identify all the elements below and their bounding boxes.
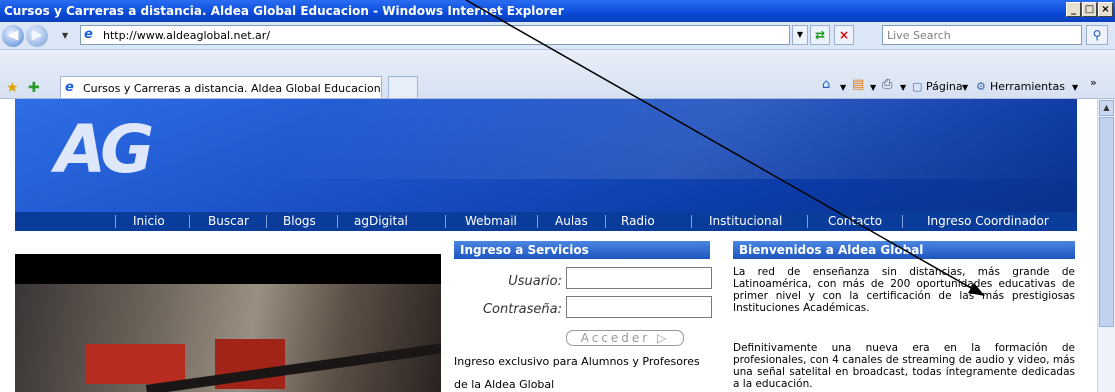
minimize-button[interactable]: _ — [1066, 2, 1081, 17]
page-content: AG Inicio Buscar Blogs agDigital Webmail… — [0, 99, 1097, 392]
history-dropdown-icon[interactable]: ▼ — [62, 31, 68, 40]
print-icon[interactable]: ⎙ — [882, 77, 892, 92]
close-button[interactable]: × — [1098, 2, 1113, 17]
maximize-button[interactable]: □ — [1082, 2, 1097, 17]
menu-item-contacto[interactable]: Contacto — [828, 214, 882, 228]
home-dropdown-icon[interactable]: ▼ — [840, 83, 846, 92]
site-logo[interactable]: AG — [55, 117, 154, 183]
banner-decoration — [280, 99, 1077, 179]
tools-menu[interactable]: Herramientas — [990, 80, 1065, 93]
menu-item-webmail[interactable]: Webmail — [465, 214, 517, 228]
menu-item-buscar[interactable]: Buscar — [208, 214, 249, 228]
address-url: http://www.aldeaglobal.net.ar/ — [103, 29, 271, 42]
home-icon[interactable]: ⌂ — [822, 77, 830, 92]
video-object — [85, 344, 185, 384]
video-frame — [15, 284, 441, 392]
login-note-line1: Ingreso exclusivo para Alumnos y Profeso… — [454, 355, 700, 368]
welcome-title: Bienvenidos a Aldea Global — [733, 241, 1075, 259]
menu-item-blogs[interactable]: Blogs — [283, 214, 316, 228]
tab-bar: ★ ✚ e Cursos y Carreras a distancia. Ald… — [0, 50, 1115, 99]
video-object — [145, 343, 441, 392]
address-input[interactable]: e http://www.aldeaglobal.net.ar/ — [80, 25, 790, 45]
tools-dropdown-icon[interactable]: ▼ — [1072, 83, 1078, 92]
menu-separator — [537, 215, 538, 228]
add-favorites-icon[interactable]: ✚ — [28, 80, 40, 96]
chevron-more-icon[interactable]: » — [1090, 76, 1097, 89]
stop-icon[interactable]: × — [834, 25, 854, 45]
login-note-line2: de la Aldea Global — [454, 378, 555, 391]
window-title: Cursos y Carreras a distancia. Aldea Glo… — [4, 4, 564, 18]
menu-separator — [691, 215, 692, 228]
menu-item-agdigital[interactable]: agDigital — [354, 214, 408, 228]
live-search-input[interactable]: Live Search — [882, 25, 1082, 45]
video-player[interactable] — [15, 254, 441, 392]
vertical-scrollbar[interactable]: ▲ — [1097, 99, 1115, 392]
search-icon[interactable]: ⚲ — [1086, 25, 1108, 45]
username-label: Usuario: — [508, 274, 562, 289]
favorites-star-icon[interactable]: ★ — [6, 80, 19, 96]
refresh-icon[interactable]: ⇄ — [810, 25, 830, 45]
menu-item-radio[interactable]: Radio — [621, 214, 655, 228]
page-menu[interactable]: Página — [926, 80, 963, 93]
acceder-button[interactable]: Acceder ▷ — [566, 330, 684, 346]
address-toolbar: ◀ ▶ ▼ e http://www.aldeaglobal.net.ar/ ▼… — [0, 22, 1115, 50]
menu-separator — [115, 215, 116, 228]
main-menu: Inicio Buscar Blogs agDigital Webmail Au… — [15, 212, 1077, 231]
menu-separator — [902, 215, 903, 228]
welcome-paragraph-2: Definitivamente una nueva era en la form… — [733, 342, 1075, 390]
forward-icon[interactable]: ▶ — [26, 25, 48, 47]
menu-item-institucional[interactable]: Institucional — [709, 214, 782, 228]
address-dropdown-icon[interactable]: ▼ — [792, 25, 808, 45]
ie-tab-icon: e — [65, 80, 74, 95]
arrow-circle-icon: ▷ — [657, 331, 670, 345]
scroll-thumb[interactable] — [1099, 117, 1114, 327]
new-tab-button[interactable] — [388, 76, 418, 98]
window-title-bar: Cursos y Carreras a distancia. Aldea Glo… — [0, 0, 1115, 22]
menu-separator — [445, 215, 446, 228]
password-input[interactable] — [566, 296, 712, 318]
menu-item-inicio[interactable]: Inicio — [133, 214, 165, 228]
menu-item-ingreso-coordinador[interactable]: Ingreso Coordinador — [927, 214, 1049, 228]
back-icon[interactable]: ◀ — [2, 25, 24, 47]
tab-label: Cursos y Carreras a distancia. Aldea Glo… — [83, 82, 381, 95]
feeds-icon[interactable]: ▤ — [852, 77, 864, 92]
menu-separator — [605, 215, 606, 228]
menu-item-aulas[interactable]: Aulas — [555, 214, 588, 228]
username-input[interactable] — [566, 267, 712, 289]
tools-gear-icon[interactable]: ⚙ — [976, 80, 986, 93]
tab-active[interactable]: e Cursos y Carreras a distancia. Aldea G… — [60, 76, 382, 98]
login-panel-title: Ingreso a Servicios — [454, 241, 710, 259]
scroll-up-icon[interactable]: ▲ — [1099, 100, 1114, 116]
acceder-label: Acceder — [580, 331, 651, 345]
menu-separator — [807, 215, 808, 228]
welcome-paragraph-1: La red de enseñanza sin distancias, más … — [733, 266, 1075, 314]
ie-page-icon: e — [84, 27, 93, 42]
page-dropdown-icon[interactable]: ▼ — [962, 83, 968, 92]
menu-separator — [337, 215, 338, 228]
menu-separator — [266, 215, 267, 228]
page-menu-icon[interactable]: ▢ — [912, 80, 922, 93]
print-dropdown-icon[interactable]: ▼ — [900, 83, 906, 92]
menu-separator — [189, 215, 190, 228]
feeds-dropdown-icon[interactable]: ▼ — [870, 83, 876, 92]
site-banner: AG Inicio Buscar Blogs agDigital Webmail… — [15, 99, 1077, 231]
password-label: Contraseña: — [482, 302, 562, 317]
